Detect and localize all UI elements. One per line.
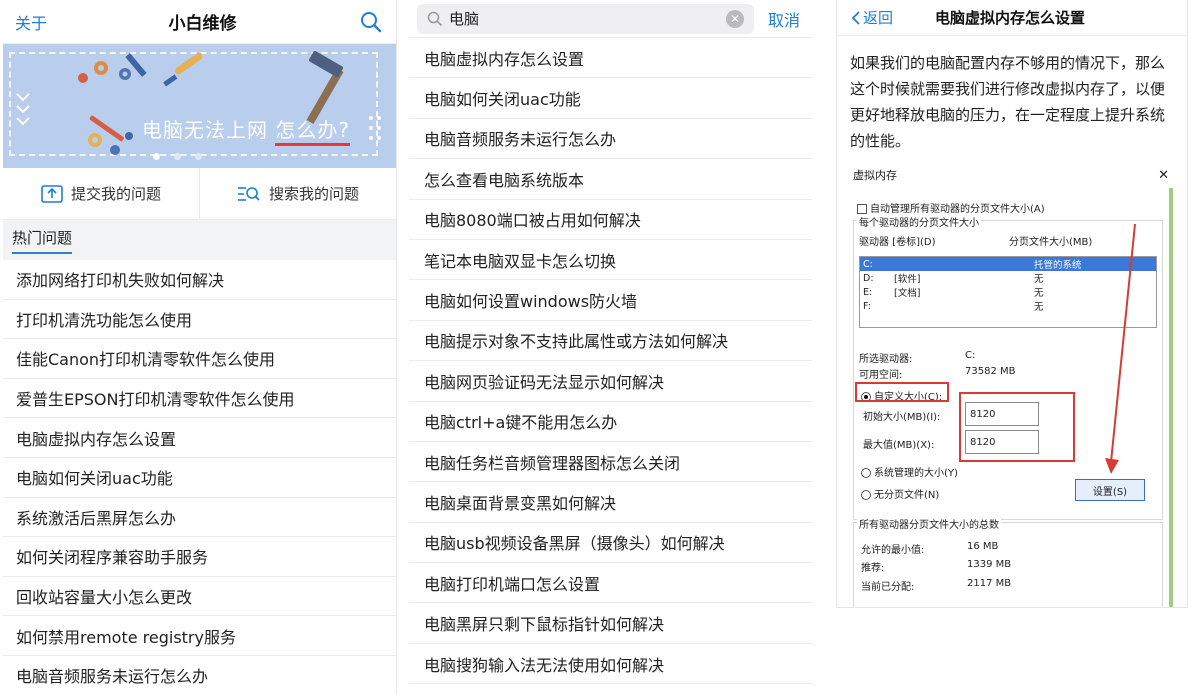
back-button[interactable]: 返回 [851, 7, 893, 28]
list-item[interactable]: 电脑打印机端口怎么设置 [409, 563, 812, 604]
article-title: 电脑虚拟内存怎么设置 [935, 9, 1086, 27]
dialog-titlebar: 虚拟内存 ✕ [845, 162, 1177, 188]
article-body: 如果我们的电脑配置内存不够用的情况下，那么 这个时候就需要我们进行修改虚拟内存了… [837, 36, 1187, 154]
banner-headline: 电脑无法上网 怎么办? [142, 114, 350, 146]
list-item[interactable]: 电脑提示对象不支持此属性或方法如何解决 [409, 321, 812, 362]
back-label: 返回 [863, 9, 894, 27]
hot-question-list: 添加网络打印机失败如何解决 打印机清洗功能怎么使用 佳能Canon打印机清零软件… [3, 260, 396, 694]
list-item[interactable]: 电脑网页验证码无法显示如何解决 [409, 361, 812, 402]
close-icon: ✕ [1158, 167, 1169, 183]
upload-icon [41, 184, 63, 203]
list-item[interactable]: 系统激活后黑屏怎么办 [3, 498, 396, 538]
list-item[interactable]: 如何禁用remote registry服务 [3, 616, 396, 656]
article-line: 如果我们的电脑配置内存不够用的情况下，那么 [850, 54, 1166, 72]
list-item[interactable]: 电脑如何设置windows防火墙 [409, 280, 812, 321]
action-bar: 提交我的问题 搜索我的问题 [3, 168, 396, 220]
list-item[interactable]: 电脑桌面背景变黑如何解决 [409, 482, 812, 523]
dialog-edge [1169, 188, 1173, 607]
chevron-left-icon [851, 10, 860, 25]
list-item[interactable]: 电脑搜狗输入法无法使用如何解决 [409, 644, 812, 685]
banner-text-main: 电脑无法上网 [142, 118, 276, 142]
allocated-value: 2117 MB [967, 578, 1012, 589]
list-item[interactable]: 笔记本电脑双显卡怎么切换 [409, 240, 812, 281]
list-item[interactable]: 电脑黑屏只剩下鼠标指针如何解决 [409, 603, 812, 644]
article-line: 的性能。 [850, 132, 911, 150]
article-panel: 返回 电脑虚拟内存怎么设置 如果我们的电脑配置内存不够用的情况下，那么 这个时候… [836, 0, 1188, 608]
article-header: 返回 电脑虚拟内存怎么设置 [837, 0, 1187, 36]
banner-text-highlight: 怎么办? [275, 118, 350, 146]
virtual-memory-dialog-image: 虚拟内存 ✕ 自动管理所有驱动器的分页文件大小(A) 每个驱动器的分页文件大小 … [845, 162, 1177, 607]
hot-section-header: 热门问题 [3, 220, 396, 260]
search-question-label: 搜索我的问题 [268, 185, 359, 203]
carousel-dots [153, 153, 202, 160]
list-item[interactable]: 电脑虚拟内存怎么设置 [3, 418, 396, 458]
list-item[interactable]: 电脑虚拟内存怎么设置 [409, 38, 812, 79]
search-results-list: 电脑虚拟内存怎么设置 电脑如何关闭uac功能 电脑音频服务未运行怎么办 怎么查看… [409, 38, 812, 685]
search-panel: 电脑 ✕ 取消 电脑虚拟内存怎么设置 电脑如何关闭uac功能 电脑音频服务未运行… [409, 0, 812, 694]
search-icon[interactable] [358, 9, 384, 35]
min-allowed-value: 16 MB [967, 541, 999, 552]
submit-question-label: 提交我的问题 [70, 185, 161, 203]
search-question-button[interactable]: 搜索我的问题 [199, 168, 396, 219]
app-title: 小白维修 [168, 14, 237, 34]
list-item[interactable]: 佳能Canon打印机清零软件怎么使用 [3, 339, 396, 379]
article-line: 这个时候就需要我们进行修改虚拟内存了，以便 [850, 80, 1166, 98]
list-search-icon [237, 186, 260, 201]
list-item[interactable]: 电脑音频服务未运行怎么办 [3, 656, 396, 694]
list-item[interactable]: 电脑音频服务未运行怎么办 [409, 119, 812, 160]
list-item[interactable]: 爱普生EPSON打印机清零软件怎么使用 [3, 379, 396, 419]
carousel-dot[interactable] [174, 153, 181, 160]
list-item[interactable]: 电脑如何关闭uac功能 [409, 78, 812, 119]
list-item[interactable]: 回收站容量大小怎么更改 [3, 577, 396, 617]
arrow-annotation-icon [1105, 223, 1136, 474]
tools-illustration-icon [16, 51, 381, 155]
recommended-label: 推荐: [861, 563, 885, 574]
clear-icon[interactable]: ✕ [725, 9, 744, 28]
list-item[interactable]: 电脑usb视频设备黑屏（摄像头）如何解决 [409, 523, 812, 564]
search-query: 电脑 [449, 10, 480, 28]
list-item[interactable]: 添加网络打印机失败如何解决 [3, 260, 396, 300]
totals-group-label: 所有驱动器分页文件大小的总数 [857, 516, 1001, 531]
list-item[interactable]: 电脑如何关闭uac功能 [3, 458, 396, 498]
carousel-dot[interactable] [195, 153, 202, 160]
search-icon [427, 11, 443, 26]
list-item[interactable]: 电脑8080端口被占用如何解决 [409, 200, 812, 240]
hot-section-title: 热门问题 [12, 227, 73, 254]
about-link[interactable]: 关于 [15, 10, 47, 34]
search-bar: 电脑 ✕ 取消 [409, 0, 812, 38]
list-item[interactable]: 怎么查看电脑系统版本 [409, 159, 812, 200]
article-line: 更好地释放电脑的压力，在一定程度上提升系统 [850, 106, 1166, 124]
carousel-dot[interactable] [153, 153, 160, 160]
dialog-content: 自动管理所有驱动器的分页文件大小(A) 每个驱动器的分页文件大小 驱动器 [卷标… [849, 192, 1165, 607]
list-item[interactable]: 如何关闭程序兼容助手服务 [3, 537, 396, 577]
search-input[interactable]: 电脑 ✕ [417, 3, 754, 34]
list-item[interactable]: 电脑任务栏音频管理器图标怎么关闭 [409, 442, 812, 483]
cancel-button[interactable]: 取消 [768, 7, 800, 31]
promo-banner[interactable]: 电脑无法上网 怎么办? [3, 44, 396, 168]
allocated-label: 当前已分配: [861, 582, 915, 593]
home-header: 关于 小白维修 [3, 0, 396, 44]
list-item[interactable]: 打印机清洗功能怎么使用 [3, 300, 396, 340]
list-item[interactable]: 电脑ctrl+a键不能用怎么办 [409, 402, 812, 442]
home-panel: 关于 小白维修 电脑无法上网 怎么办? 提交我的问题 搜索我的问题 热门问题 添… [3, 0, 397, 694]
submit-question-button[interactable]: 提交我的问题 [3, 168, 199, 219]
dialog-title: 虚拟内存 [853, 169, 897, 182]
recommended-value: 1339 MB [967, 559, 1012, 570]
min-allowed-label: 允许的最小值: [861, 545, 925, 556]
